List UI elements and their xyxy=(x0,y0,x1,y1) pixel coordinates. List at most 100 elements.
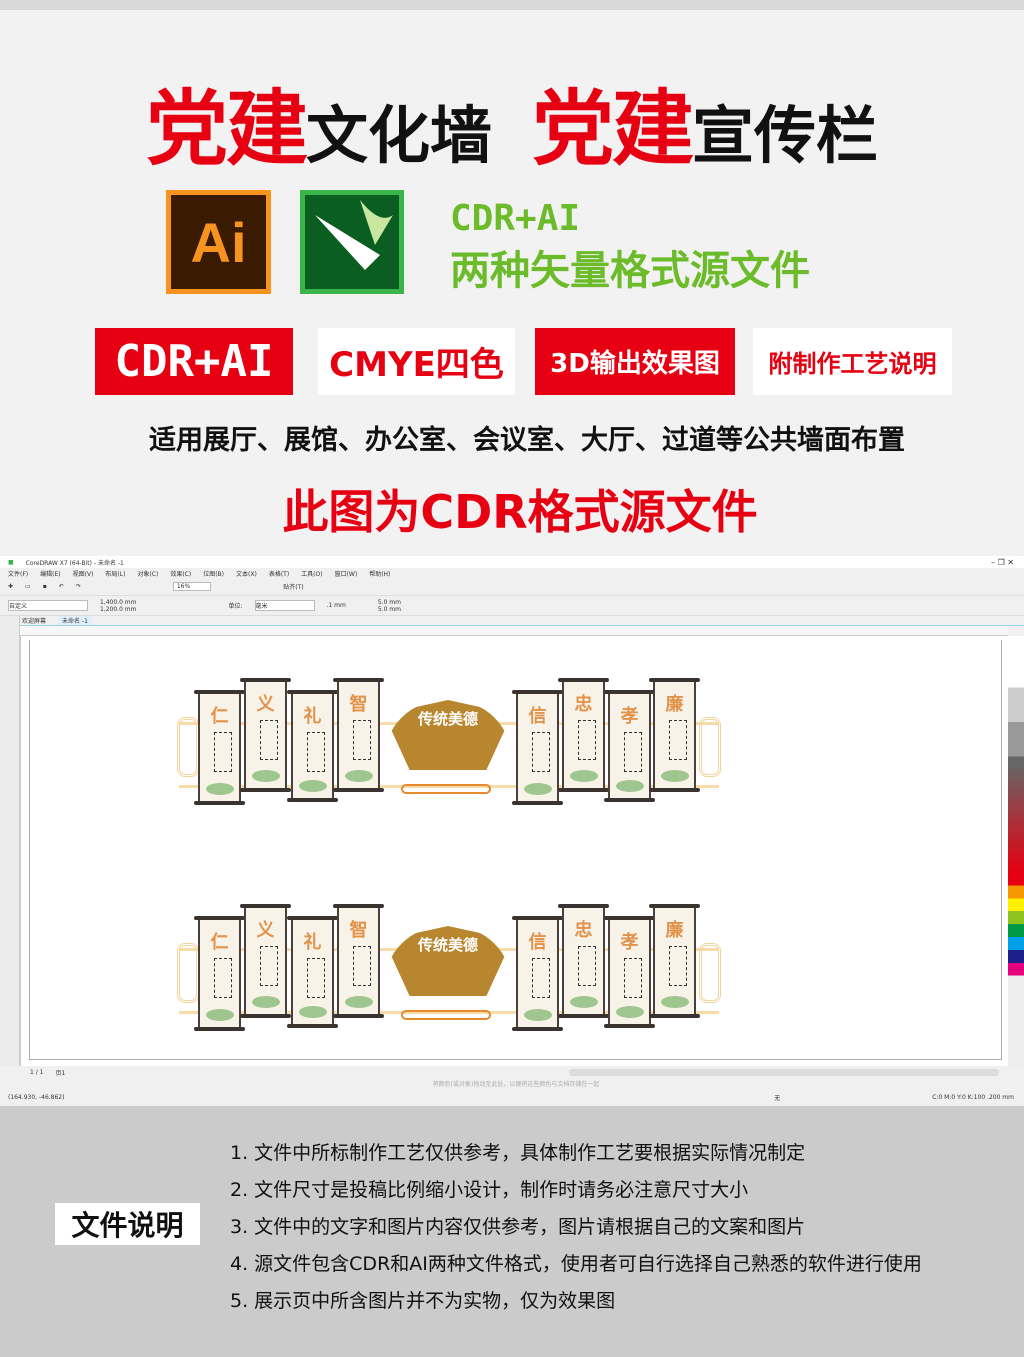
document-palette: 将颜色(或对象)拖动至此处，以便将这些颜色与文档存储在一起 xyxy=(0,1078,1024,1088)
redo-icon[interactable]: ↷ xyxy=(76,583,81,590)
tab-untitled[interactable]: 未命名 -1 xyxy=(58,616,92,625)
badge-3d: 3D输出效果图 xyxy=(535,328,735,395)
lotus-illustration xyxy=(570,996,598,1008)
scroll-rod xyxy=(240,788,291,792)
panel-character: 孝 xyxy=(620,706,639,727)
lotus-illustration xyxy=(252,996,280,1008)
panel-character: 仁 xyxy=(210,706,229,727)
panel-character: 孝 xyxy=(620,932,639,953)
coreldraw-window: ■ CoreDRAW X7 (64-Bit) - 未命名 -1 – ❐ ✕ 文件(F… xyxy=(0,556,1024,1106)
menu-item[interactable]: 窗口(W) xyxy=(335,569,358,578)
panel-text-block xyxy=(260,946,278,986)
panel-character: 礼 xyxy=(303,932,322,953)
unit-select[interactable]: 毫米 xyxy=(254,600,315,611)
panel-text-block xyxy=(214,958,232,998)
menu-item[interactable]: 帮助(H) xyxy=(369,569,390,578)
doc-item: 2. 文件尺寸是投稿比例缩小设计，制作时请务必注意尺寸大小 xyxy=(230,1179,749,1201)
page-preset-select[interactable]: 自定义 xyxy=(8,600,88,611)
color-palette[interactable] xyxy=(1008,636,1024,1066)
panel-character: 信 xyxy=(528,706,547,727)
lotus-illustration xyxy=(299,780,327,792)
scroll-rod xyxy=(333,904,384,908)
open-icon[interactable]: ▭ xyxy=(25,583,31,590)
page-height[interactable]: 1,200.0 mm xyxy=(100,606,137,613)
menu-item[interactable]: 位图(B) xyxy=(203,569,224,578)
menu-item[interactable]: 工具(O) xyxy=(301,569,322,578)
scroll-panel: 孝 xyxy=(604,690,655,802)
lotus-illustration xyxy=(524,783,552,795)
lotus-illustration xyxy=(661,770,689,782)
panel-text-block xyxy=(260,720,278,760)
app-icon: ■ xyxy=(8,558,14,566)
scroll-rod xyxy=(604,916,655,920)
page-navigator: 1 / 1 页1 xyxy=(0,1066,1024,1078)
zoom-select[interactable]: 16% xyxy=(172,582,212,591)
page-tab[interactable]: 页1 xyxy=(55,1068,65,1077)
doc-item: 4. 源文件包含CDR和AI两种文件格式，使用者可自行选择自己熟悉的软件进行使用 xyxy=(230,1253,922,1275)
cloud-ornament xyxy=(401,1010,491,1020)
page-width[interactable]: 1,400.0 mm xyxy=(100,599,137,606)
doc-item: 5. 展示页中所含图片并不为实物，仅为效果图 xyxy=(230,1290,616,1312)
doc-label: 文件说明 xyxy=(55,1203,200,1245)
scroll-rod xyxy=(287,690,338,694)
scroll-panel: 忠 xyxy=(558,904,609,1018)
snap-menu[interactable]: 贴齐(T) xyxy=(283,582,303,591)
title-black-1: 文化墙 xyxy=(305,99,492,172)
wall-side-ornament xyxy=(177,943,199,1003)
toolbox[interactable] xyxy=(0,616,20,1066)
title-bar: ■ CoreDRAW X7 (64-Bit) - 未命名 -1 – ❐ ✕ xyxy=(0,556,1024,568)
badge-craft: 附制作工艺说明 xyxy=(753,328,952,395)
scroll-rod xyxy=(194,1027,245,1031)
save-icon[interactable]: ▪ xyxy=(43,583,47,590)
duplicate-y[interactable]: 5.0 mm xyxy=(378,606,401,613)
menu-item[interactable]: 布局(L) xyxy=(105,569,125,578)
undo-icon[interactable]: ↶ xyxy=(59,583,64,590)
scroll-panel: 信 xyxy=(512,690,563,805)
scroll-rod xyxy=(649,788,700,792)
duplicate-x[interactable]: 5.0 mm xyxy=(378,599,401,606)
lotus-illustration xyxy=(206,1009,234,1021)
scroll-panel: 忠 xyxy=(558,678,609,792)
scroll-rod xyxy=(240,904,291,908)
menu-item[interactable]: 效果(C) xyxy=(170,569,191,578)
scroll-rod xyxy=(558,904,609,908)
scroll-rod xyxy=(287,798,338,802)
menu-item[interactable]: 对象(C) xyxy=(137,569,158,578)
new-icon[interactable]: ✚ xyxy=(8,583,13,590)
menu-item[interactable]: 视图(V) xyxy=(73,569,94,578)
lotus-illustration xyxy=(345,996,373,1008)
usage-text: 适用展厅、展馆、办公室、会议室、大厅、过道等公共墙面布置 xyxy=(149,425,905,456)
doc-item: 3. 文件中的文字和图片内容仅供参考，图片请根据自己的文案和图片 xyxy=(230,1216,806,1238)
panel-character: 忠 xyxy=(574,694,593,715)
scroll-rod xyxy=(194,690,245,694)
menu-item[interactable]: 表格(T) xyxy=(269,569,289,578)
cursor-coords: (164.930, -46.862) xyxy=(8,1093,65,1101)
scroll-rod xyxy=(333,1014,384,1018)
title-red-1: 党建 xyxy=(145,82,308,177)
source-note: 此图为CDR格式源文件 xyxy=(282,485,758,539)
scroll-panel: 礼 xyxy=(287,690,338,802)
horizontal-scrollbar[interactable] xyxy=(569,1068,999,1076)
scroll-rod xyxy=(558,788,609,792)
tab-welcome[interactable]: 欢迎屏幕 xyxy=(22,616,46,625)
nudge-input[interactable]: .1 mm xyxy=(327,602,346,609)
scroll-rod xyxy=(649,1014,700,1018)
scroll-rod xyxy=(512,1027,563,1031)
panel-text-block xyxy=(624,958,642,998)
window-title: CoreDRAW X7 (64-Bit) - 未命名 -1 xyxy=(25,559,124,567)
lotus-illustration xyxy=(524,1009,552,1021)
scroll-panel: 智 xyxy=(333,678,384,792)
adobe-illustrator-icon: Ai xyxy=(166,190,271,294)
scroll-panel: 智 xyxy=(333,904,384,1018)
drawing-canvas[interactable]: 仁义礼智信忠孝廉传统美德仁义礼智信忠孝廉传统美德 xyxy=(20,636,1008,1066)
menu-item[interactable]: 编辑(E) xyxy=(40,569,60,578)
menu-item[interactable]: 文件(F) xyxy=(8,569,28,578)
window-controls[interactable]: – ❐ ✕ xyxy=(991,558,1014,567)
page-number[interactable]: 1 / 1 xyxy=(30,1069,43,1076)
menu-item[interactable]: 文本(X) xyxy=(236,569,257,578)
scroll-rod xyxy=(512,690,563,694)
scroll-rod xyxy=(604,798,655,802)
status-bar: (164.930, -46.862) 无 C:0 M:0 Y:0 K:100 .20… xyxy=(0,1090,1024,1104)
standard-toolbar: ✚ ▭ ▪ ↶ ↷ 16% 贴齐(T) xyxy=(0,578,1024,596)
page-title: 党建文化墙 党建宣传栏 xyxy=(0,62,1024,181)
